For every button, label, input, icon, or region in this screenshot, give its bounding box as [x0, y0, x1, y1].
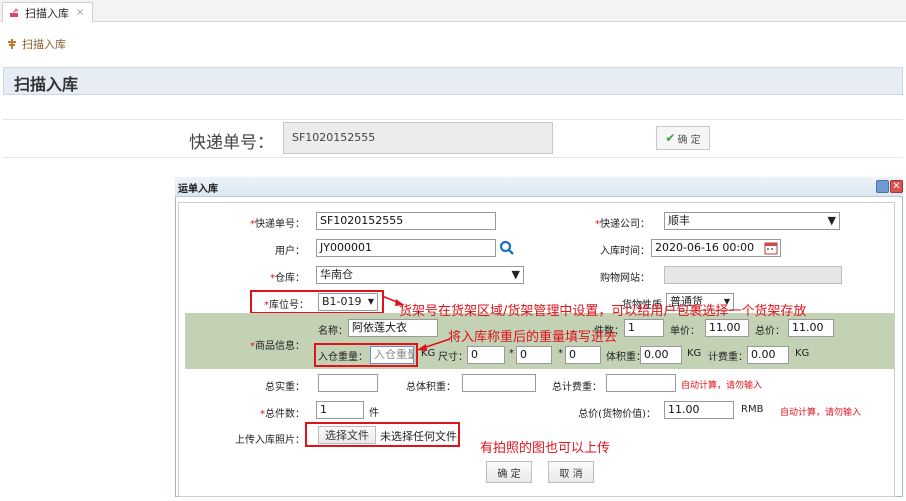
- dialog-cancel-button[interactable]: 取 消: [548, 461, 594, 483]
- dialog-header: [175, 177, 903, 197]
- auto-calc-hint: 自动计算，请勿输入: [681, 381, 763, 391]
- file-status: 未选择任何文件: [380, 430, 457, 443]
- volweight-input[interactable]: 0.00: [640, 346, 682, 364]
- total-weight-input[interactable]: [318, 374, 378, 392]
- times-sign: *: [558, 348, 563, 359]
- currency-unit: RMB: [741, 404, 764, 415]
- check-icon: ✔: [665, 131, 676, 145]
- intime-label: 入库时间：: [600, 246, 650, 257]
- total-value-input[interactable]: 11.00: [664, 401, 734, 419]
- dialog-confirm-button[interactable]: 确 定: [486, 461, 532, 483]
- size-width-input[interactable]: 0: [516, 346, 552, 364]
- goods-total-input[interactable]: 11.00: [788, 319, 834, 337]
- photo-label: 上传入库照片：: [235, 435, 305, 446]
- goods-count-input[interactable]: 1: [624, 319, 664, 337]
- total-value-label: 总价(货物价值)：: [578, 409, 656, 420]
- total-vol-input[interactable]: [462, 374, 536, 392]
- page-title: 扫描入库: [14, 75, 79, 94]
- scan-tab-icon: [10, 7, 19, 17]
- goods-price-input[interactable]: 11.00: [705, 319, 749, 337]
- breadcrumb: 扫描入库: [6, 36, 66, 52]
- total-count-label: *总件数：: [260, 409, 305, 420]
- scan-confirm-button[interactable]: ✔ 确 定: [656, 126, 710, 150]
- goods-total-label: 总价：: [755, 326, 785, 337]
- page-header: 扫描入库: [3, 67, 903, 95]
- volweight-unit: KG: [687, 348, 702, 359]
- divider: [3, 157, 903, 158]
- location-select[interactable]: B1-019 ▼: [318, 293, 378, 311]
- size-height-input[interactable]: 0: [565, 346, 601, 364]
- dropdown-arrow-icon: ▼: [367, 297, 374, 306]
- dialog-close-icon[interactable]: ✕: [890, 180, 903, 193]
- total-weight-label: 总实重：: [265, 382, 305, 393]
- warehouse-select[interactable]: 华南仓 ▼: [316, 266, 524, 284]
- annotation-photo: 有拍照的图也可以上传: [480, 441, 611, 456]
- location-label: *库位号：: [264, 300, 309, 311]
- chargeweight-input[interactable]: 0.00: [747, 346, 789, 364]
- total-charge-input[interactable]: [606, 374, 676, 392]
- scan-tracking-label: 快递单号：: [189, 133, 274, 153]
- maximize-icon[interactable]: [876, 180, 889, 193]
- tracking-input[interactable]: SF1020152555: [316, 212, 496, 230]
- goods-price-label: 单价：: [670, 326, 700, 337]
- tab-bar: [0, 0, 906, 22]
- breadcrumb-label: 扫描入库: [22, 38, 66, 51]
- scan-tracking-input[interactable]: SF1020152555: [283, 122, 553, 154]
- total-count-input[interactable]: 1: [316, 401, 364, 419]
- tracking-label: *快递单号：: [250, 219, 305, 230]
- breadcrumb-icon: [8, 39, 16, 49]
- scan-confirm-label: 确 定: [677, 134, 701, 146]
- auto-calc-hint: 自动计算，请勿输入: [780, 408, 862, 418]
- dropdown-arrow-icon: ▼: [827, 214, 836, 227]
- calendar-icon[interactable]: [764, 241, 778, 255]
- total-charge-label: 总计费重：: [552, 382, 602, 393]
- goods-weight-input[interactable]: 入仓重量: [370, 346, 414, 364]
- warehouse-value: 华南仓: [320, 268, 353, 281]
- site-label: 购物网站：: [600, 273, 650, 284]
- dropdown-arrow-icon: ▼: [511, 268, 520, 281]
- courier-select[interactable]: 顺丰 ▼: [664, 212, 840, 230]
- tab-title: 扫描入库: [25, 6, 69, 20]
- courier-label: *快递公司：: [595, 219, 650, 230]
- times-sign: *: [509, 348, 514, 359]
- size-length-input[interactable]: 0: [467, 346, 505, 364]
- divider: [3, 119, 903, 120]
- search-icon[interactable]: [499, 240, 515, 256]
- annotation-shelf: 货架号在货架区域/货架管理中设置，可以给用户包裹选择一个货架存放: [399, 304, 807, 319]
- goods-name-label: 名称：: [318, 326, 348, 337]
- site-input[interactable]: [664, 266, 842, 284]
- annotation-weight: 将入库称重后的重量填写进去: [448, 330, 618, 345]
- user-input[interactable]: JY000001: [316, 239, 496, 257]
- user-label: 用户：: [275, 246, 305, 257]
- intime-input[interactable]: 2020-06-16 00:00: [651, 239, 781, 257]
- location-value: B1-019: [322, 295, 362, 308]
- dialog-title: 运单入库: [178, 184, 218, 195]
- tab-scan-inbound[interactable]: 扫描入库 ×: [2, 2, 94, 22]
- chargeweight-label: 计费重：: [708, 352, 748, 363]
- choose-file-button[interactable]: 选择文件: [318, 426, 376, 444]
- courier-value: 顺丰: [668, 214, 690, 227]
- tab-close-icon[interactable]: ×: [76, 7, 84, 18]
- total-count-unit: 件: [369, 408, 379, 419]
- warehouse-label: *仓库：: [270, 273, 305, 284]
- goods-weight-label: 入仓重量：: [318, 352, 368, 363]
- chargeweight-unit: KG: [795, 348, 810, 359]
- goods-label: *商品信息：: [250, 341, 305, 352]
- total-vol-label: 总体积重：: [406, 382, 456, 393]
